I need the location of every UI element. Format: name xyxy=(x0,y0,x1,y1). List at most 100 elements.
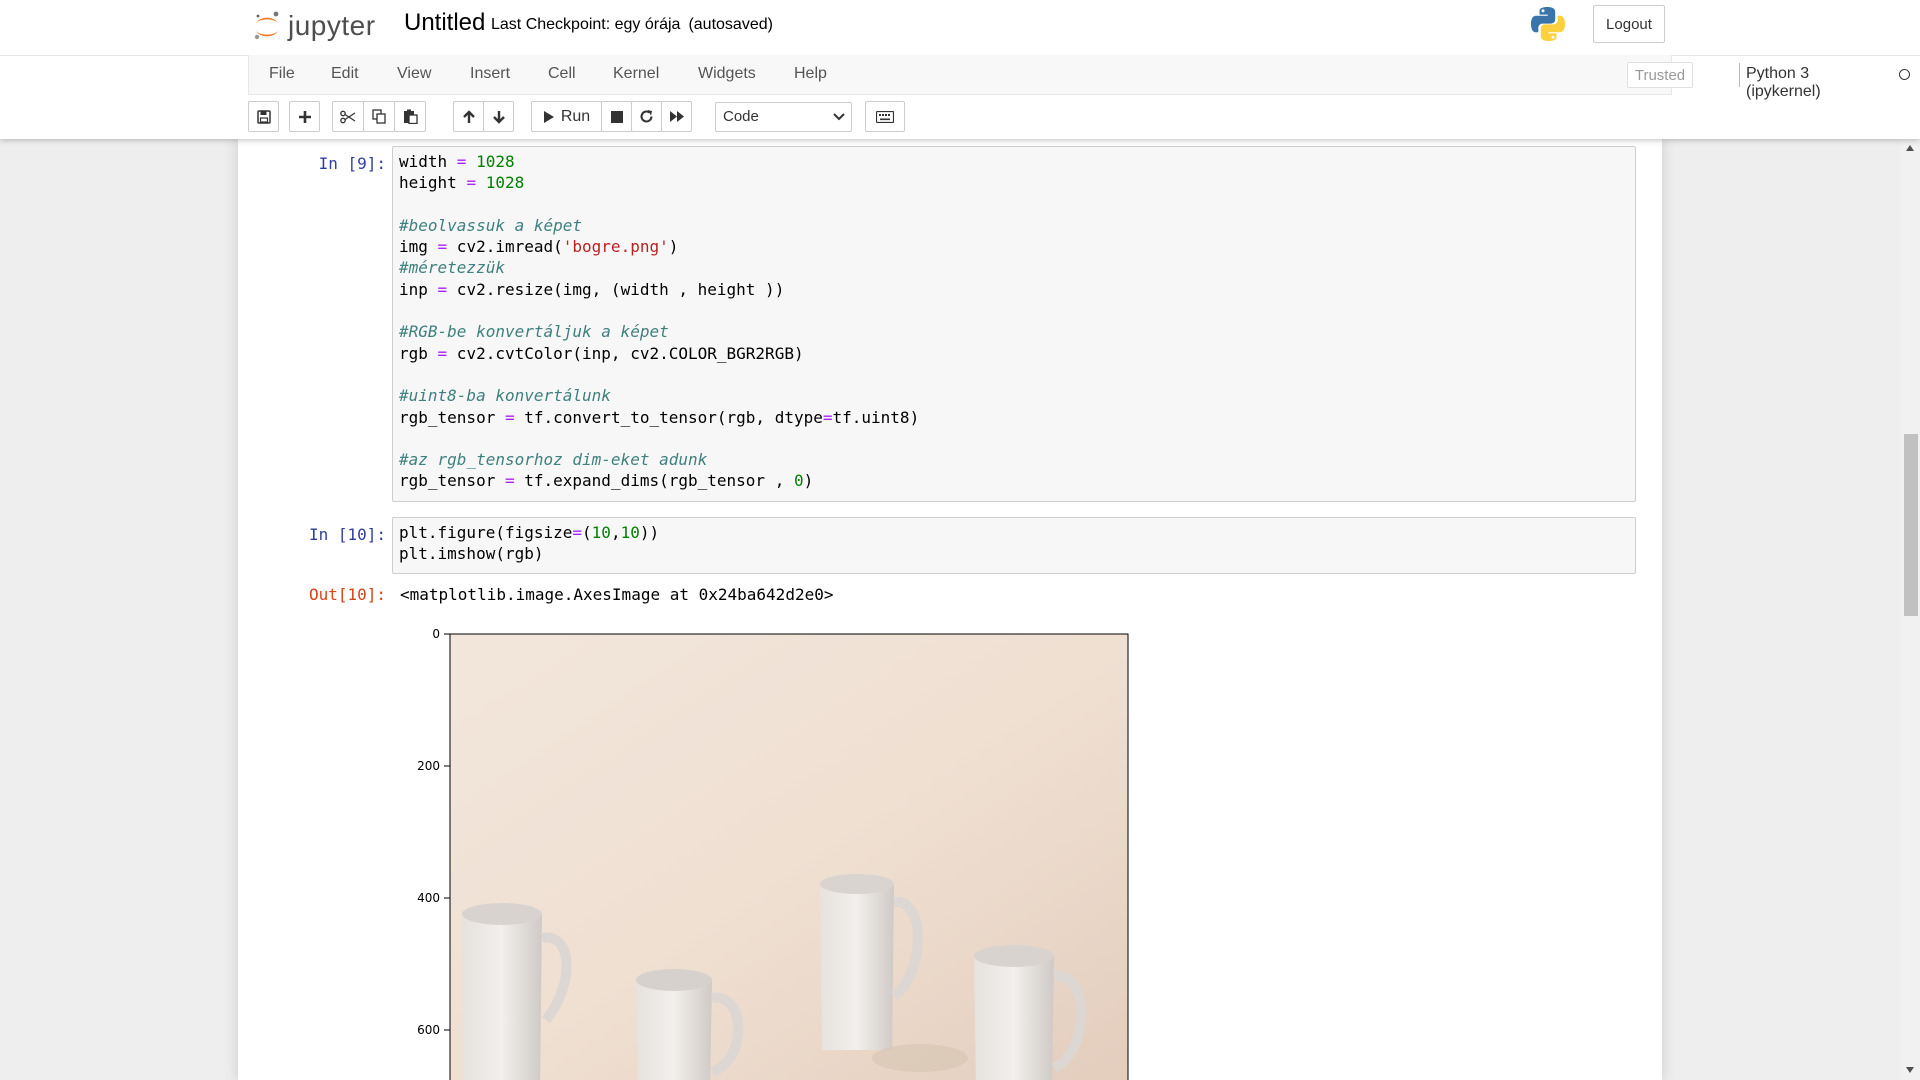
keyboard-icon xyxy=(876,110,894,123)
code-token: #RGB-be konvertáljuk a képet xyxy=(399,322,669,342)
code-line[interactable]: #uint8-ba konvertálunk xyxy=(399,385,1635,406)
code-line[interactable] xyxy=(399,300,1635,321)
menu-insert[interactable]: Insert xyxy=(470,65,510,83)
code-cell-1[interactable]: width = 1028 height = 1028 #beolvassuk a … xyxy=(392,146,1636,502)
code-line[interactable]: inp = cv2.resize(img, (width , height )) xyxy=(399,279,1635,300)
code-line[interactable] xyxy=(399,194,1635,215)
trusted-indicator[interactable]: Trusted xyxy=(1627,62,1693,88)
code-line[interactable]: #az rgb_tensorhoz dim-eket adunk xyxy=(399,449,1635,470)
copy-icon xyxy=(371,109,386,124)
run-button[interactable]: Run xyxy=(531,101,602,132)
code-token: cv2.imread( xyxy=(447,237,563,257)
cell-type-value: Code xyxy=(723,108,759,125)
page-scrollbar[interactable] xyxy=(1900,139,1920,1080)
cut-button[interactable] xyxy=(332,101,364,132)
y-tick-label-600: 600 xyxy=(417,1023,440,1037)
move-up-button[interactable] xyxy=(453,101,484,132)
code-line[interactable]: #RGB-be konvertáljuk a képet xyxy=(399,321,1635,342)
restart-button[interactable] xyxy=(631,101,662,132)
code-line[interactable]: height = 1028 xyxy=(399,172,1635,193)
code-line[interactable] xyxy=(399,428,1635,449)
code-token: img xyxy=(399,237,438,257)
menu-kernel[interactable]: Kernel xyxy=(613,65,659,83)
checkpoint-text: Last Checkpoint: egy órája xyxy=(491,16,681,33)
code-token: = xyxy=(504,471,515,491)
code-token: = xyxy=(504,407,515,427)
code-token: ( xyxy=(582,523,592,542)
y-tick-label-0: 0 xyxy=(432,627,440,641)
save-button[interactable] xyxy=(248,101,279,132)
code-token: 'bogre.png' xyxy=(562,237,669,257)
paste-icon xyxy=(403,109,418,124)
plus-icon xyxy=(298,110,311,123)
code-token: inp xyxy=(399,279,438,299)
code-line[interactable]: #beolvassuk a képet xyxy=(399,215,1635,236)
code-line[interactable]: #méretezzük xyxy=(399,257,1635,278)
code-token: = xyxy=(456,152,467,171)
logout-button[interactable]: Logout xyxy=(1593,5,1665,43)
menu-help[interactable]: Help xyxy=(794,65,827,83)
notebook-title[interactable]: Untitled xyxy=(404,9,485,37)
scroll-down-arrow-icon[interactable] xyxy=(1906,1067,1914,1073)
kernel-name[interactable]: Python 3 (ipykernel) xyxy=(1746,65,1821,101)
cell-type-select[interactable]: Code xyxy=(715,102,852,132)
code-token: cv2.resize(img, (width , height )) xyxy=(447,279,785,299)
code-token: = xyxy=(822,407,833,427)
code-line[interactable]: rgb = cv2.cvtColor(inp, cv2.COLOR_BGR2RG… xyxy=(399,343,1635,364)
code-token: = xyxy=(437,279,448,299)
code-token: #méretezzük xyxy=(399,258,505,278)
code-token: plt.figure(figsize xyxy=(399,523,573,542)
fast-forward-icon xyxy=(669,111,684,122)
code-token: tf.uint8) xyxy=(832,407,920,427)
menu-file[interactable]: File xyxy=(269,65,295,83)
code-token: rgb xyxy=(399,343,438,363)
menu-widgets[interactable]: Widgets xyxy=(698,65,756,83)
restart-run-all-button[interactable] xyxy=(661,101,692,132)
scroll-up-arrow-icon[interactable] xyxy=(1906,145,1914,151)
kernel-divider xyxy=(1739,63,1740,87)
code-line[interactable]: width = 1028 xyxy=(399,151,1635,172)
code-token: = xyxy=(466,173,477,193)
header: jupyter Untitled Last Checkpoint: egy ór… xyxy=(0,0,1920,139)
code-line[interactable]: rgb_tensor = tf.expand_dims(rgb_tensor ,… xyxy=(399,470,1635,491)
menu-view[interactable]: View xyxy=(397,65,431,83)
toolbar: Run Code xyxy=(248,101,1648,133)
cell-2-output-prompt: Out[10]: xyxy=(308,585,386,604)
copy-button[interactable] xyxy=(363,101,395,132)
code-token: 10 xyxy=(620,523,640,542)
chevron-down-icon xyxy=(833,113,845,121)
output-text: <matplotlib.image.AxesImage at 0x24ba642… xyxy=(400,585,834,604)
code-line[interactable]: rgb_tensor = tf.convert_to_tensor(rgb, d… xyxy=(399,407,1635,428)
scrollbar-thumb[interactable] xyxy=(1904,434,1918,616)
checkpoint-status: Last Checkpoint: egy órája (autosaved) xyxy=(491,16,773,34)
interrupt-button[interactable] xyxy=(601,101,632,132)
run-button-label: Run xyxy=(560,107,591,125)
cell-1-input-prompt: In [9]: xyxy=(318,154,386,173)
insert-cell-button[interactable] xyxy=(289,101,320,132)
y-tick-label-200: 200 xyxy=(417,759,440,773)
code-line[interactable]: plt.imshow(rgb) xyxy=(399,543,1635,564)
code-token: tf.convert_to_tensor(rgb, dtype xyxy=(514,407,823,427)
code-token: plt.imshow(rgb) xyxy=(399,544,544,564)
code-token: height xyxy=(399,173,467,193)
code-token: #uint8-ba konvertálunk xyxy=(399,386,611,406)
cell-2-input-prompt: In [10]: xyxy=(308,525,386,544)
stop-icon xyxy=(610,110,623,123)
code-token: rgb_tensor xyxy=(399,407,505,427)
code-line[interactable]: plt.figure(figsize=(10,10)) xyxy=(399,522,1635,543)
code-cell-2[interactable]: plt.figure(figsize=(10,10)) plt.imshow(rg… xyxy=(392,517,1636,574)
menu-edit[interactable]: Edit xyxy=(331,65,359,83)
move-down-button[interactable] xyxy=(483,101,514,132)
imshow-plot: 0 200 400 600 xyxy=(417,627,1129,1080)
code-token: ) xyxy=(803,471,814,491)
command-palette-button[interactable] xyxy=(865,101,905,132)
paste-button[interactable] xyxy=(394,101,426,132)
code-token: = xyxy=(437,237,448,257)
cut-icon xyxy=(340,110,356,123)
code-line[interactable] xyxy=(399,364,1635,385)
menu-cell[interactable]: Cell xyxy=(548,65,576,83)
code-token: #az rgb_tensorhoz dim-eket adunk xyxy=(399,450,708,470)
jupyter-logo[interactable]: jupyter xyxy=(252,4,376,48)
code-line[interactable]: img = cv2.imread('bogre.png') xyxy=(399,236,1635,257)
